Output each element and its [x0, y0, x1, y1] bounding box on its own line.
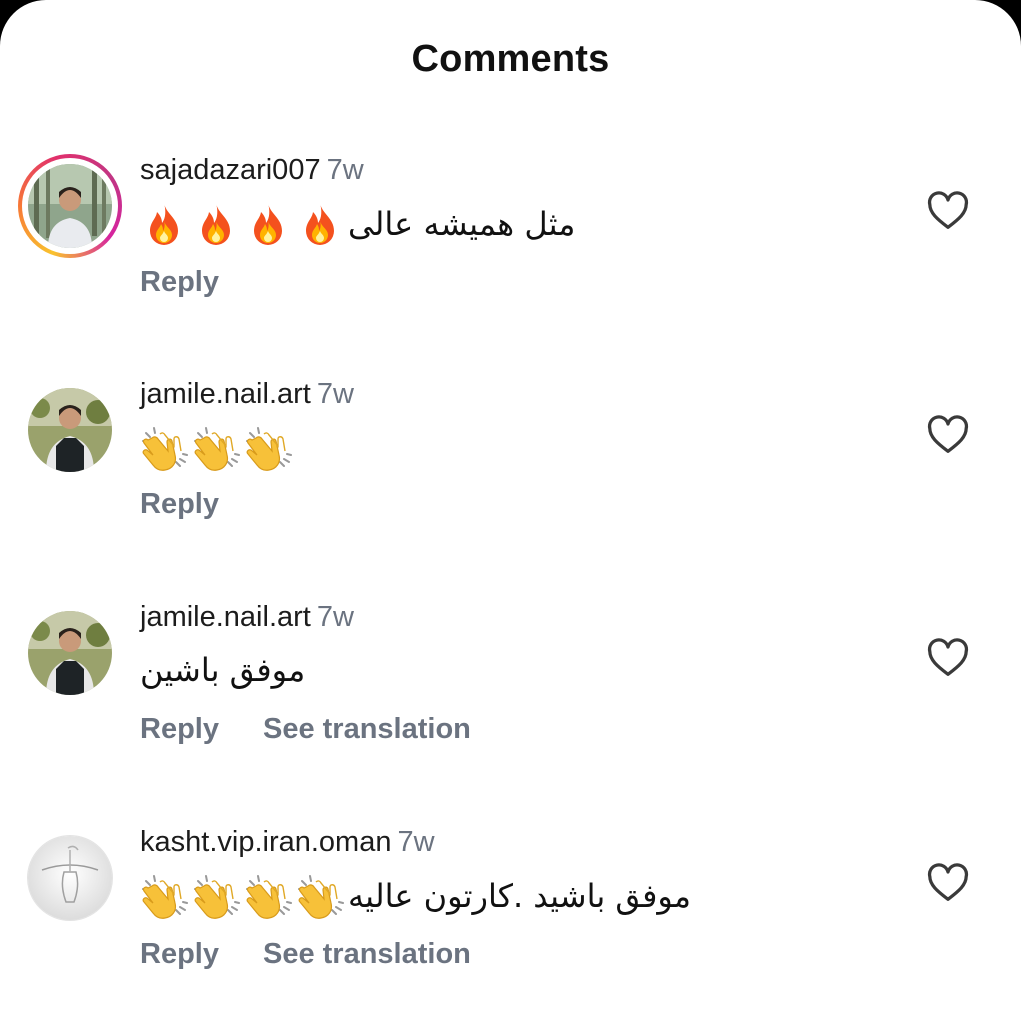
heart-outline-icon[interactable]: [926, 862, 970, 902]
comment-actions: Reply: [140, 266, 263, 299]
comment-item: kasht.vip.iran.oman 7w موفق باشید .کارتون…: [0, 826, 1021, 1024]
comment-header: jamile.nail.art 7w: [140, 601, 354, 634]
comment-time: 7w: [316, 378, 354, 410]
comment-time: 7w: [397, 826, 435, 858]
avatar-wrap[interactable]: [18, 826, 122, 930]
heart-outline-icon[interactable]: [926, 190, 970, 230]
avatar: [28, 388, 112, 472]
comment-username[interactable]: jamile.nail.art: [140, 601, 311, 633]
heart-outline-icon[interactable]: [926, 637, 970, 677]
clapping-hands-emoji-icon: [244, 872, 292, 920]
comment-body: موفق باشید .کارتون عالیه: [348, 877, 692, 915]
reply-button[interactable]: Reply: [140, 488, 219, 520]
avatar: [28, 164, 112, 248]
comment-body: موفق باشین: [140, 651, 306, 689]
clapping-hands-emoji-icon: [140, 424, 188, 472]
clapping-hands-emoji-icon: [192, 872, 240, 920]
clapping-hands-emoji-icon: [244, 424, 292, 472]
comment-header: sajadazari007 7w: [140, 154, 364, 187]
clapping-hands-emoji-icon: [192, 424, 240, 472]
comment-actions: Reply: [140, 488, 263, 521]
avatar-wrap[interactable]: [18, 601, 122, 705]
comment-header: jamile.nail.art 7w: [140, 378, 354, 411]
emoji-row: [140, 872, 344, 920]
comment-body: مثل همیشه عالی: [348, 205, 576, 243]
comment-item: jamile.nail.art 7w موفق باشین Reply See tr…: [0, 601, 1021, 801]
comment-time: 7w: [326, 154, 364, 186]
comment-text: مثل همیشه عالی: [140, 200, 575, 248]
fire-emoji-icon: [244, 200, 292, 248]
emoji-row: [140, 424, 292, 472]
reply-button[interactable]: Reply: [140, 938, 219, 970]
avatar: [28, 611, 112, 695]
avatar-wrap[interactable]: [18, 378, 122, 482]
comment-time: 7w: [316, 601, 354, 633]
avatar-story-ring[interactable]: [18, 154, 122, 258]
see-translation-button[interactable]: See translation: [263, 713, 471, 745]
clapping-hands-emoji-icon: [140, 872, 188, 920]
comment-username[interactable]: jamile.nail.art: [140, 378, 311, 410]
comment-actions: Reply See translation: [140, 713, 515, 746]
see-translation-button[interactable]: See translation: [263, 938, 471, 970]
comment-item: sajadazari007 7w مثل همیشه عالی Reply: [0, 154, 1021, 354]
fire-emoji-icon: [140, 200, 188, 248]
reply-button[interactable]: Reply: [140, 713, 219, 745]
page-title: Comments: [411, 38, 610, 80]
avatar: [27, 835, 113, 921]
comment-text: موفق باشین: [140, 651, 305, 689]
heart-outline-icon[interactable]: [926, 414, 970, 454]
comment-text: موفق باشید .کارتون عالیه: [140, 872, 691, 920]
comment-item: jamile.nail.art 7w Reply: [0, 378, 1021, 578]
fire-emoji-icon: [296, 200, 344, 248]
comments-sheet: Comments sajadazari007 7w مثل همیشه عالی…: [0, 0, 1021, 1024]
reply-button[interactable]: Reply: [140, 266, 219, 298]
comment-header: kasht.vip.iran.oman 7w: [140, 826, 435, 859]
comment-username[interactable]: sajadazari007: [140, 154, 321, 186]
comment-username[interactable]: kasht.vip.iran.oman: [140, 826, 391, 858]
comment-actions: Reply See translation: [140, 938, 515, 971]
fire-emoji-icon: [192, 200, 240, 248]
clapping-hands-emoji-icon: [296, 872, 344, 920]
emoji-row: [140, 200, 344, 248]
comment-text: [140, 424, 292, 472]
